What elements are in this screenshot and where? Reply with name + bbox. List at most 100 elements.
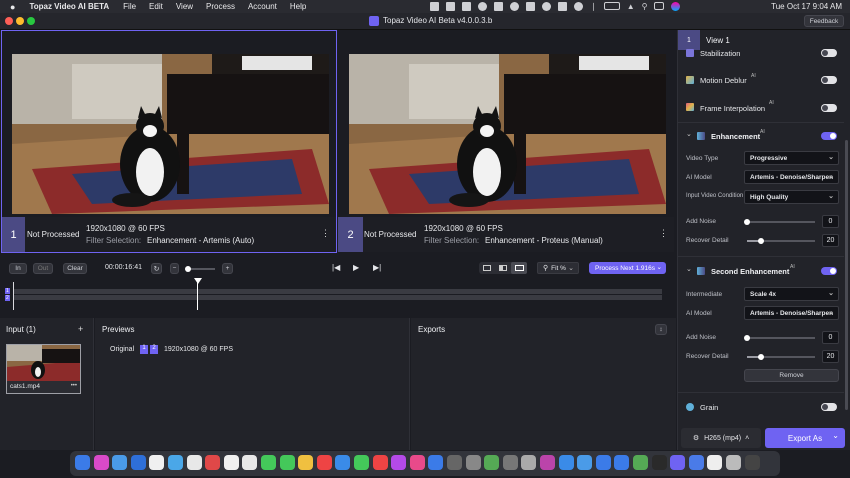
play-icon[interactable]: ▶: [353, 263, 359, 272]
dock-app-icon[interactable]: [744, 455, 760, 470]
in-marker[interactable]: [13, 282, 14, 310]
ai-model-dropdown[interactable]: Artemis - Denoise/Sharpen ⌄: [744, 170, 839, 184]
second-add-noise-slider[interactable]: [744, 335, 815, 341]
dock-app-icon[interactable]: [130, 455, 146, 470]
export-format-dropdown[interactable]: ⚙ H265 (mp4) ˄: [681, 428, 761, 448]
status-icon[interactable]: [494, 2, 503, 11]
close-window-button[interactable]: [5, 17, 13, 25]
stabilization-toggle[interactable]: [821, 49, 837, 57]
dock-app-icon[interactable]: [447, 455, 462, 470]
dock-app-icon[interactable]: [502, 455, 518, 470]
dock-app-icon[interactable]: [372, 455, 388, 470]
add-noise-slider-knob[interactable]: [744, 219, 750, 225]
out-button[interactable]: Out: [33, 263, 53, 274]
single-view-icon[interactable]: [479, 262, 495, 274]
dock-app-icon[interactable]: [186, 455, 202, 470]
view-2-more-icon[interactable]: ⋮: [659, 228, 668, 239]
bluetooth-icon[interactable]: ❘: [590, 2, 597, 11]
intermediate-dropdown[interactable]: Scale 4x ⌄: [744, 287, 839, 301]
video-type-dropdown[interactable]: Progressive ⌄: [744, 151, 839, 165]
dock-app-icon[interactable]: [409, 455, 425, 470]
track-2-bar[interactable]: [13, 295, 662, 300]
zoom-slider[interactable]: [185, 266, 215, 272]
process-button[interactable]: Process Next 1.916s ⌄: [589, 262, 666, 274]
dock-app-icon[interactable]: [595, 455, 611, 470]
dock-app-icon[interactable]: [614, 455, 630, 470]
dock-app-icon[interactable]: [391, 455, 407, 470]
status-icon[interactable]: [510, 2, 519, 11]
minimize-window-button[interactable]: [16, 17, 24, 25]
apple-icon[interactable]: ●: [10, 2, 15, 12]
side-by-side-icon[interactable]: [511, 262, 527, 274]
view-1-more-icon[interactable]: ⋮: [321, 228, 330, 239]
dock-app-icon[interactable]: [651, 455, 667, 470]
menu-view[interactable]: View: [176, 2, 193, 11]
playhead-handle[interactable]: [194, 278, 202, 284]
second-recover-detail-value[interactable]: 20: [822, 350, 839, 363]
dock-app-icon[interactable]: [149, 455, 165, 470]
dock-app-icon[interactable]: [298, 455, 314, 470]
loop-button[interactable]: ↻: [151, 263, 162, 274]
status-icon[interactable]: [478, 2, 487, 11]
preview-badge-1[interactable]: 1: [140, 345, 148, 354]
menu-app-name[interactable]: Topaz Video AI BETA: [29, 2, 109, 11]
enhancement-toggle[interactable]: [821, 132, 837, 140]
menu-edit[interactable]: Edit: [149, 2, 163, 11]
dock-app-icon[interactable]: [521, 455, 537, 470]
fit-zoom-dropdown[interactable]: ⚲ Fit % ⌄: [537, 262, 579, 274]
step-back-icon[interactable]: |◀: [332, 263, 340, 272]
status-icon[interactable]: [558, 2, 567, 11]
dock-app-icon[interactable]: [465, 455, 481, 470]
motion-deblur-toggle[interactable]: [821, 76, 837, 84]
search-icon[interactable]: ⚲: [642, 2, 648, 11]
view-tab-label[interactable]: View 1: [706, 36, 730, 45]
chevron-down-icon[interactable]: ⌄: [686, 130, 692, 138]
export-as-button[interactable]: Export As ⌄: [765, 428, 845, 448]
dock-app-icon[interactable]: [558, 455, 574, 470]
zoom-slider-knob[interactable]: [185, 266, 191, 272]
zoom-window-button[interactable]: [27, 17, 35, 25]
battery-icon[interactable]: [603, 2, 620, 10]
dock-app-icon[interactable]: [112, 455, 128, 470]
dock-app-icon[interactable]: [93, 455, 109, 470]
sidebar-scrollbar[interactable]: [845, 140, 848, 410]
track-1-bar[interactable]: [13, 289, 662, 294]
control-center-icon[interactable]: [654, 2, 665, 10]
dock-app-icon[interactable]: [242, 455, 258, 470]
add-noise-value[interactable]: 0: [822, 215, 839, 228]
timeline[interactable]: 1 2: [0, 278, 676, 312]
dock-app-icon[interactable]: [205, 455, 221, 470]
status-icon[interactable]: [542, 2, 551, 11]
timecode[interactable]: 00:00:16:41: [105, 264, 142, 271]
input-file-card[interactable]: cats1.mp4 •••: [6, 344, 81, 394]
zoom-out-button[interactable]: −: [170, 263, 179, 274]
file-more-icon[interactable]: •••: [71, 383, 77, 389]
exports-sort-button[interactable]: ↕: [655, 324, 667, 335]
dock-app-icon[interactable]: [279, 455, 295, 470]
second-ai-model-dropdown[interactable]: Artemis - Denoise/Sharpen ⌄: [744, 306, 839, 320]
dock-app-icon[interactable]: [484, 455, 500, 470]
siri-icon[interactable]: [671, 2, 681, 11]
dock-app-icon[interactable]: [261, 455, 276, 470]
in-button[interactable]: In: [9, 263, 27, 274]
status-icon[interactable]: [526, 2, 535, 11]
preview-badge-2[interactable]: 2: [150, 345, 158, 354]
dock-app-icon[interactable]: [75, 455, 90, 470]
add-noise-slider[interactable]: [744, 219, 815, 225]
view-tab-number[interactable]: 1: [678, 30, 700, 50]
dock-app-icon[interactable]: [670, 455, 686, 470]
dock-app-icon[interactable]: [354, 455, 369, 470]
chevron-down-icon[interactable]: ⌄: [657, 263, 662, 271]
second-recover-detail-slider-knob[interactable]: [757, 354, 764, 360]
dock-app-icon[interactable]: [707, 455, 723, 470]
second-add-noise-slider-knob[interactable]: [744, 335, 750, 341]
status-icon[interactable]: [446, 2, 455, 11]
second-enhancement-toggle[interactable]: [821, 267, 837, 275]
status-icon[interactable]: [462, 2, 471, 11]
add-input-button[interactable]: +: [78, 324, 83, 334]
menu-help[interactable]: Help: [290, 2, 306, 11]
frame-interpolation-toggle[interactable]: [821, 104, 837, 112]
status-icon[interactable]: [430, 2, 439, 11]
feedback-button[interactable]: Feedback: [804, 15, 844, 27]
recover-detail-value[interactable]: 20: [822, 234, 839, 247]
